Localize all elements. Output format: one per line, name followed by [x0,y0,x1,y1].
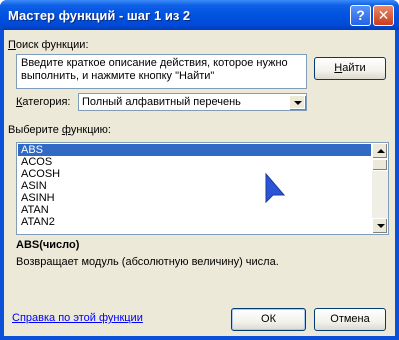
list-item[interactable]: ATAN2 [18,216,371,228]
ok-button[interactable]: ОК [231,308,306,331]
vertical-scrollbar[interactable] [372,143,388,234]
scroll-thumb[interactable] [372,159,388,171]
dialog-window: Мастер функций - шаг 1 из 2 ? ✕ Поиск фу… [0,0,399,340]
cancel-button[interactable]: Отмена [314,308,386,331]
scroll-down-icon[interactable] [372,218,388,234]
find-label-rest: айти [342,62,366,74]
chevron-down-icon[interactable] [289,95,305,109]
mouse-pointer-icon [265,172,286,204]
find-button[interactable]: Найти [314,57,386,80]
search-label: Поиск функции: [8,39,89,51]
function-label-hotkey: ф [61,124,71,136]
category-label: Категория: [16,96,71,108]
list-item[interactable]: ATAN [18,204,371,216]
function-label-rest: ункцию: [70,124,111,136]
function-label-prefix: Выберите [8,124,62,136]
dialog-body: Поиск функции: Введите краткое описание … [4,30,395,336]
search-label-rest: оиск функции: [15,39,89,51]
category-selected-value: Полный алфавитный перечень [82,96,241,108]
list-item[interactable]: ACOS [18,156,371,168]
category-label-rest: атегория: [22,96,71,108]
window-title: Мастер функций - шаг 1 из 2 [8,8,191,23]
help-button[interactable]: ? [350,5,371,26]
list-item[interactable]: ASIN [18,180,371,192]
category-select[interactable]: Полный алфавитный перечень [78,93,307,111]
function-help-link[interactable]: Справка по этой функции [12,312,143,324]
list-item[interactable]: ABS [18,144,371,156]
function-list-label: Выберите функцию: [8,124,111,136]
search-input[interactable]: Введите краткое описание действия, котор… [16,54,307,89]
title-bar[interactable]: Мастер функций - шаг 1 из 2 ? ✕ [0,0,399,30]
function-list[interactable]: ABS ACOS ACOSH ASIN ASINH ATAN ATAN2 [16,142,389,235]
close-button[interactable]: ✕ [373,5,394,26]
scroll-up-icon[interactable] [372,143,388,159]
list-item[interactable]: ACOSH [18,168,371,180]
function-description: Возвращает модуль (абсолютную величину) … [16,256,279,268]
function-signature: ABS(число) [16,239,80,251]
list-item[interactable]: ASINH [18,192,371,204]
search-label-hotkey: П [8,39,16,51]
